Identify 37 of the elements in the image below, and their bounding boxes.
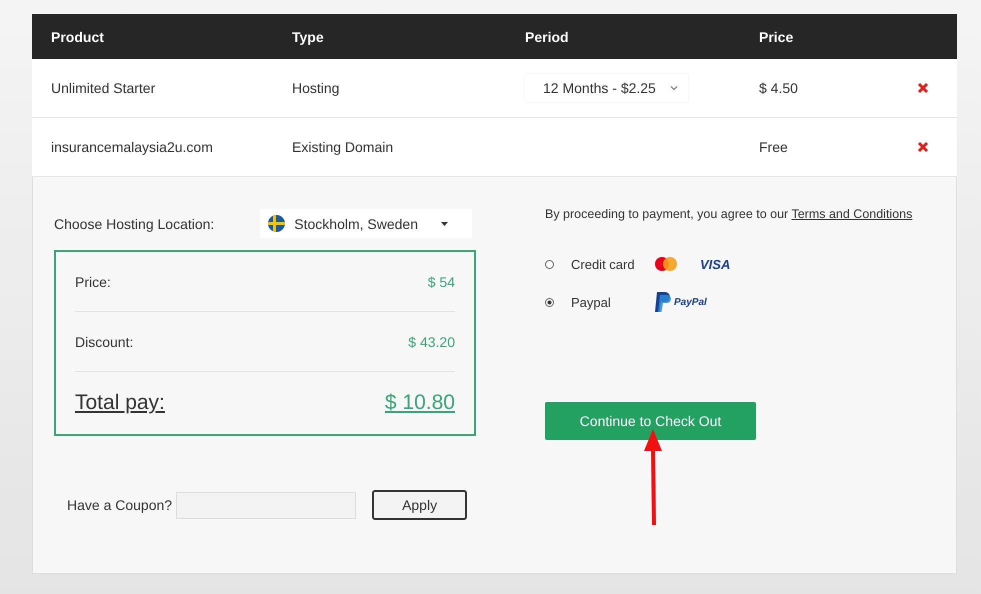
caret-icon [441, 222, 448, 226]
column-header: Period [525, 28, 569, 44]
terms-link[interactable]: Terms and Conditions [791, 207, 912, 221]
coupon-field[interactable] [176, 492, 356, 518]
summary-value: $ 10.80 [384, 391, 455, 415]
visa-logo: VISA [700, 256, 730, 272]
payment-label: Credit card [571, 256, 636, 272]
table-cell: Free [759, 139, 788, 155]
summary-label: Total pay: [75, 391, 165, 415]
paypal-logo-icon [654, 291, 672, 313]
radio-button[interactable] [545, 298, 554, 306]
table-cell: Unlimited Starter [51, 80, 156, 96]
table-cell: $ 4.50 [759, 80, 798, 96]
summary-value: $ 43.20 [408, 334, 455, 350]
column-header: Product [51, 28, 104, 44]
summary-value: $ 54 [428, 274, 455, 290]
remove-icon[interactable] [917, 141, 929, 153]
radio-button[interactable] [545, 260, 554, 268]
remove-icon[interactable] [917, 82, 929, 94]
chevron-icon [670, 85, 678, 91]
period-dropdown[interactable]: 12 Months - $2.25 [525, 74, 688, 102]
summary-label: Discount: [75, 334, 134, 350]
coupon-label: Have a Coupon? [67, 497, 172, 513]
payment-label: Paypal [571, 294, 612, 310]
table-cell: Hosting [292, 80, 340, 96]
table-cell: insurancemalaysia2u.com [51, 139, 213, 155]
flag-icon [268, 215, 286, 232]
card-logo-icon [654, 256, 678, 272]
location-label: Choose Hosting Location: [54, 216, 214, 232]
table-cell: Existing Domain [292, 139, 394, 155]
location-dropdown[interactable]: Stockholm, Sweden [260, 209, 472, 238]
column-header: Type [292, 28, 324, 44]
agreement-text: By proceeding to payment, you agree to our Terms and Conditions [545, 207, 912, 221]
apply-button[interactable]: Apply [372, 490, 468, 520]
summary-label: Price: [75, 274, 111, 290]
paypal-logo: PayPal [674, 296, 707, 308]
column-header: Price [759, 28, 794, 44]
